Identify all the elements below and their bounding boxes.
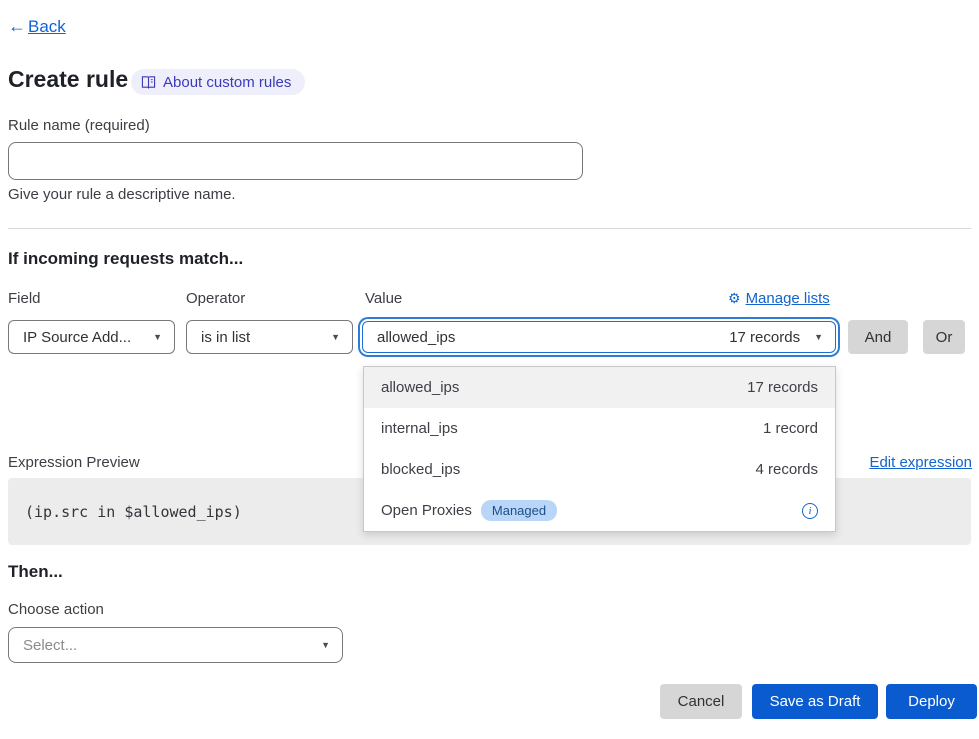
value-select[interactable]: allowed_ips 17 records ▼ [362,321,836,353]
deploy-button[interactable]: Deploy [886,684,977,719]
save-as-draft-button[interactable]: Save as Draft [752,684,878,719]
list-name: Open Proxies [381,502,472,519]
about-custom-rules-link[interactable]: About custom rules [131,69,305,95]
field-label: Field [8,290,41,307]
value-label: Value [365,290,402,307]
list-option-blocked-ips[interactable]: blocked_ips 4 records [364,449,835,490]
chevron-down-icon: ▼ [814,332,823,342]
rule-name-input[interactable] [8,142,583,180]
value-select-value: allowed_ips [377,329,455,346]
operator-label: Operator [186,290,245,307]
then-heading: Then... [8,562,63,582]
list-option-open-proxies[interactable]: Open Proxies Managed i [364,490,835,531]
list-record-count: 1 record [763,420,818,437]
list-record-count: 17 records [747,379,818,396]
edit-expression-link[interactable]: Edit expression [869,454,972,471]
expression-preview-label: Expression Preview [8,454,140,471]
info-icon[interactable]: i [802,503,818,519]
value-select-record-count: 17 records [729,329,800,346]
manage-lists-label: Manage lists [746,290,830,307]
page-title: Create rule [8,66,128,93]
list-option-allowed-ips[interactable]: allowed_ips 17 records [364,367,835,408]
gear-icon: ⚙ [728,290,741,307]
section-divider [8,228,971,229]
expression-code: (ip.src in $allowed_ips) [25,503,242,521]
list-option-internal-ips[interactable]: internal_ips 1 record [364,408,835,449]
operator-select-value: is in list [201,329,250,346]
cancel-button[interactable]: Cancel [660,684,742,719]
back-arrow-icon: ← [8,16,26,37]
or-button[interactable]: Or [923,320,965,354]
action-select-placeholder: Select... [23,637,77,654]
field-select[interactable]: IP Source Add... ▼ [8,320,175,354]
managed-badge: Managed [481,500,557,521]
list-name: allowed_ips [381,379,459,396]
operator-select[interactable]: is in list ▼ [186,320,353,354]
lists-dropdown: allowed_ips 17 records internal_ips 1 re… [363,366,836,532]
back-label: Back [28,17,66,37]
and-button[interactable]: And [848,320,908,354]
rule-name-helper: Give your rule a descriptive name. [8,186,236,203]
chevron-down-icon: ▼ [311,640,330,650]
rule-name-label: Rule name (required) [8,117,150,134]
list-name: blocked_ips [381,461,460,478]
field-select-value: IP Source Add... [23,329,131,346]
back-link[interactable]: ←Back [8,16,66,37]
choose-action-select[interactable]: Select... ▼ [8,627,343,663]
match-heading: If incoming requests match... [8,249,243,269]
choose-action-label: Choose action [8,601,104,618]
about-badge-label: About custom rules [163,74,291,91]
book-icon [141,75,156,89]
chevron-down-icon: ▼ [321,332,340,342]
create-rule-page: ←Back Create rule About custom rules Rul… [0,0,979,739]
list-name: internal_ips [381,420,458,437]
chevron-down-icon: ▼ [143,332,162,342]
manage-lists-link[interactable]: ⚙ Manage lists [728,290,830,307]
list-record-count: 4 records [755,461,818,478]
